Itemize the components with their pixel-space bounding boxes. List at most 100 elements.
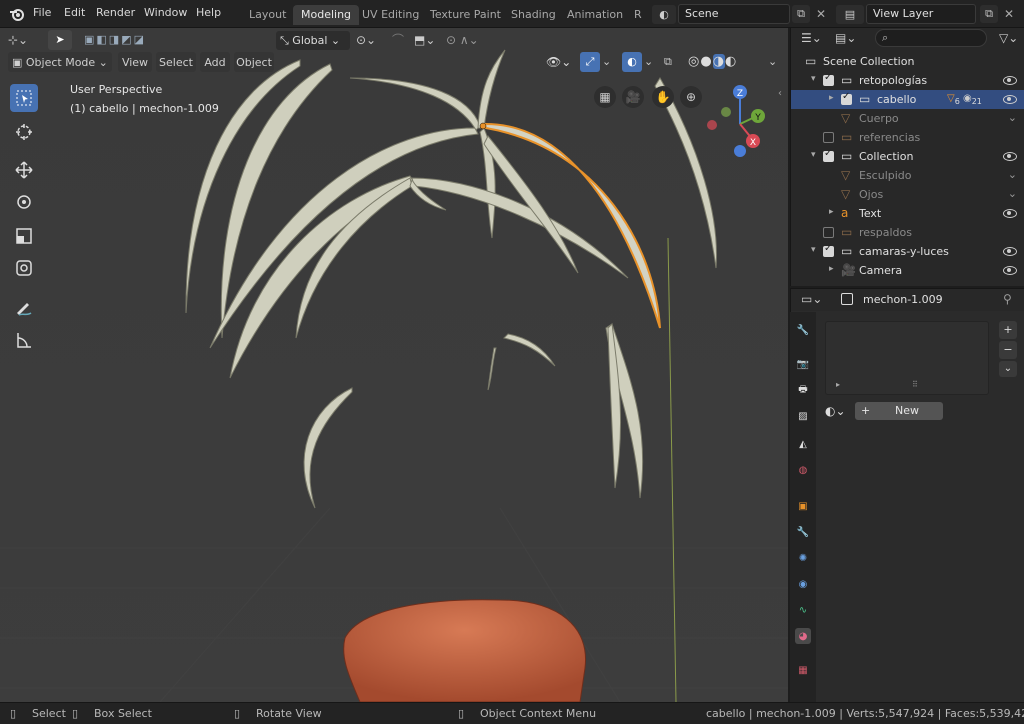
- visibility-icon[interactable]: 👁⌄: [546, 52, 576, 72]
- rotate-tool-icon[interactable]: [10, 188, 38, 216]
- scene-tab-icon[interactable]: ◭: [795, 436, 811, 452]
- menu-edit[interactable]: Edit: [64, 6, 85, 19]
- overlays-icon[interactable]: ◐: [622, 52, 642, 72]
- menu-object[interactable]: Object: [234, 52, 274, 72]
- view-layer-field[interactable]: View Layer: [866, 4, 976, 24]
- child-count-badges[interactable]: ▽6 ◉21: [947, 93, 982, 106]
- chevron-down-icon[interactable]: ⌄: [768, 52, 782, 72]
- add-slot-icon[interactable]: +: [999, 321, 1017, 339]
- outliner-row[interactable]: ▭ respaldos: [791, 223, 1024, 242]
- visibility-eye-icon[interactable]: [1003, 209, 1017, 218]
- outliner-row[interactable]: ▸ ✓ ▭ cabello ▽6 ◉21: [791, 90, 1024, 109]
- outliner-row[interactable]: ▽ Cuerpo ⌄: [791, 109, 1024, 128]
- tab-texture-paint[interactable]: Texture Paint: [422, 5, 509, 25]
- view-layer-icon[interactable]: ▤: [836, 5, 864, 24]
- exclude-checkbox[interactable]: [823, 132, 834, 143]
- exclude-checkbox[interactable]: ✓: [841, 91, 852, 105]
- chevron-down-icon[interactable]: ⌄: [644, 52, 658, 72]
- scene-name-field[interactable]: Scene: [678, 4, 790, 24]
- grid-view-icon[interactable]: ▦: [594, 86, 616, 108]
- tab-shading[interactable]: Shading: [503, 5, 564, 25]
- expand-down-icon[interactable]: ▾: [811, 150, 816, 160]
- pin-icon[interactable]: ⚲: [1003, 292, 1012, 306]
- 3d-viewport[interactable]: Z Y X: [0, 28, 788, 702]
- pan-hand-icon[interactable]: ✋: [652, 86, 674, 108]
- transform-orientation-dropdown[interactable]: ⤡ Global ⌄: [276, 31, 350, 50]
- select-tool-icon[interactable]: ➤: [48, 30, 72, 50]
- editor-type-icon[interactable]: ▭⌄: [801, 292, 822, 306]
- render-tab-icon[interactable]: 📷: [795, 356, 811, 372]
- expand-down-icon[interactable]: ▾: [811, 245, 816, 255]
- delete-scene-icon[interactable]: ✕: [813, 5, 829, 23]
- visibility-eye-icon[interactable]: [1003, 247, 1017, 256]
- select-box-tool-icon[interactable]: [10, 84, 38, 112]
- tab-overflow[interactable]: R: [626, 5, 650, 25]
- tab-uv-editing[interactable]: UV Editing: [354, 5, 427, 25]
- transform-tool-icon[interactable]: [10, 254, 38, 282]
- object-tab-icon[interactable]: ▣: [795, 498, 811, 514]
- hidden-eye-icon[interactable]: ⌄: [1008, 111, 1017, 124]
- material-tab-icon[interactable]: ◕: [795, 628, 811, 644]
- gizmo-toggle-icon[interactable]: ⤢: [580, 52, 600, 72]
- expand-right-icon[interactable]: ▸: [829, 264, 834, 274]
- menu-window[interactable]: Window: [144, 6, 187, 19]
- display-mode-icon[interactable]: ☰⌄: [801, 31, 822, 45]
- resize-grip-icon[interactable]: ⠿: [912, 380, 918, 389]
- tab-animation[interactable]: Animation: [559, 5, 631, 25]
- zoom-icon[interactable]: ⊕: [680, 86, 702, 108]
- chevron-down-icon[interactable]: ⌄: [602, 52, 616, 72]
- outliner-row[interactable]: ▭ Scene Collection: [791, 52, 1024, 71]
- exclude-checkbox[interactable]: ✓: [823, 72, 834, 86]
- visibility-eye-icon[interactable]: [1003, 266, 1017, 275]
- proportional-edit-icon[interactable]: ⊙ ∧⌄: [446, 31, 490, 50]
- annotate-tool-icon[interactable]: [10, 294, 38, 322]
- snap-icon[interactable]: ⌒: [392, 31, 412, 50]
- sidebar-toggle-icon[interactable]: ‹: [778, 88, 788, 104]
- menu-render[interactable]: Render: [96, 6, 135, 19]
- particles-tab-icon[interactable]: ✺: [795, 550, 811, 566]
- scale-tool-icon[interactable]: [10, 222, 38, 250]
- scene-selector-icon[interactable]: ◐: [652, 5, 676, 24]
- output-tab-icon[interactable]: 🖶: [795, 382, 811, 398]
- outliner-row[interactable]: ▸ a Text: [791, 204, 1024, 223]
- expand-right-icon[interactable]: ▸: [829, 93, 834, 103]
- mode-dropdown[interactable]: ▣ Object Mode ⌄: [8, 52, 112, 72]
- pivot-point-icon[interactable]: ⊙⌄: [356, 31, 386, 50]
- xray-icon[interactable]: ⧉: [664, 52, 680, 72]
- outliner-row[interactable]: ▽ Esculpido ⌄: [791, 166, 1024, 185]
- snap-target-icon[interactable]: ⬒⌄: [414, 31, 442, 50]
- new-scene-icon[interactable]: ⧉: [792, 5, 810, 23]
- chevron-down-icon[interactable]: ⌄: [999, 361, 1017, 377]
- camera-view-icon[interactable]: 🎥: [622, 86, 644, 108]
- body-mesh[interactable]: [343, 599, 587, 702]
- exclude-checkbox[interactable]: [823, 227, 834, 238]
- exclude-checkbox[interactable]: ✓: [823, 243, 834, 257]
- object-data-tab-icon[interactable]: ∿: [795, 602, 811, 618]
- outliner-row[interactable]: ▽ Ojos ⌄: [791, 185, 1024, 204]
- outliner-search-input[interactable]: ⌕: [875, 29, 987, 47]
- material-slot-list[interactable]: ▸ ⠿: [825, 321, 989, 395]
- tab-layout[interactable]: Layout: [241, 5, 294, 25]
- remove-slot-icon[interactable]: −: [999, 341, 1017, 359]
- outliner-row[interactable]: ▭ referencias: [791, 128, 1024, 147]
- move-tool-icon[interactable]: [10, 156, 38, 184]
- visibility-eye-icon[interactable]: [1003, 95, 1017, 104]
- menu-help[interactable]: Help: [196, 6, 221, 19]
- texture-tab-icon[interactable]: ▦: [795, 662, 811, 678]
- outliner-row[interactable]: ▾ ✓ ▭ retopologías: [791, 71, 1024, 90]
- editor-type-icon[interactable]: ⊹⌄: [8, 30, 38, 50]
- physics-tab-icon[interactable]: ◉: [795, 576, 811, 592]
- filter-icon[interactable]: ▽⌄: [999, 31, 1018, 45]
- menu-select[interactable]: Select: [156, 52, 196, 72]
- outliner-row[interactable]: ▸ 🎥 Camera: [791, 261, 1024, 280]
- new-view-layer-icon[interactable]: ⧉: [980, 5, 998, 23]
- exclude-checkbox[interactable]: ✓: [823, 148, 834, 162]
- outliner-row[interactable]: ▾ ✓ ▭ Collection: [791, 147, 1024, 166]
- hidden-eye-icon[interactable]: ⌄: [1008, 187, 1017, 200]
- expand-down-icon[interactable]: ▾: [811, 74, 816, 84]
- measure-tool-icon[interactable]: [10, 326, 38, 354]
- menu-file[interactable]: File: [33, 6, 51, 19]
- blender-logo-icon[interactable]: [9, 6, 25, 22]
- menu-add[interactable]: Add: [200, 52, 230, 72]
- expand-arrow-icon[interactable]: ▸: [836, 380, 840, 389]
